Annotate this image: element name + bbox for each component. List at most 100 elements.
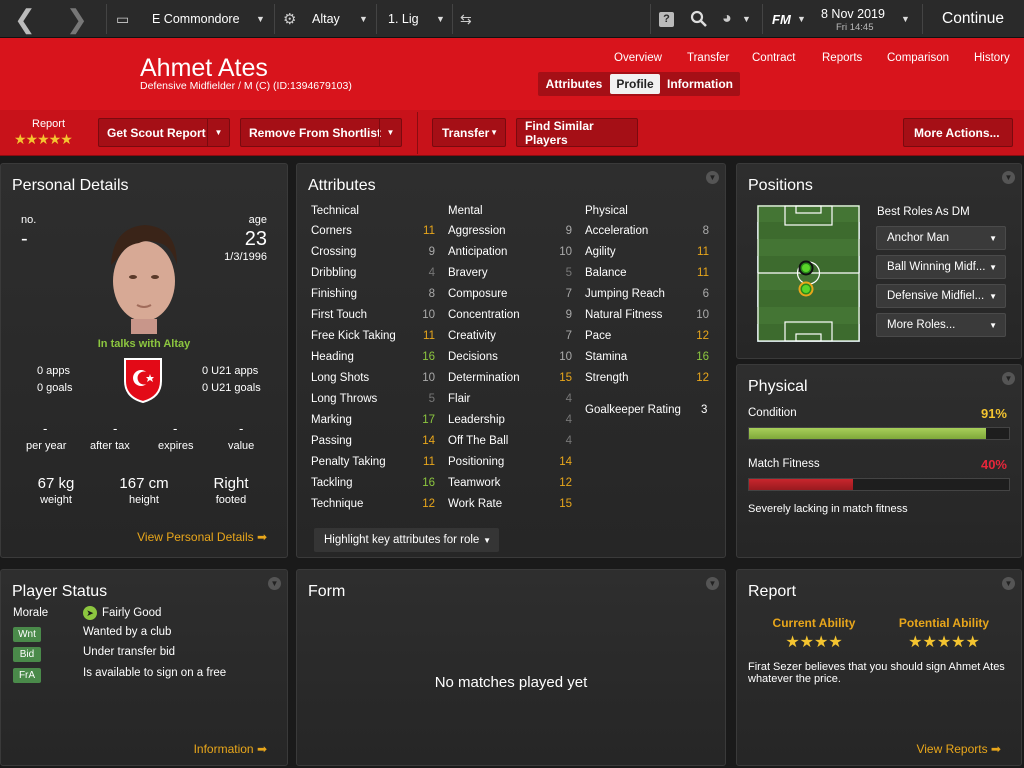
role-ball-winning-dropdown[interactable]: Ball Winning Midf... ▼ xyxy=(876,255,1006,279)
nav-contract[interactable]: Contract xyxy=(752,52,795,64)
nav-transfer[interactable]: Transfer xyxy=(687,52,729,64)
nav-overview[interactable]: Overview xyxy=(614,52,662,64)
find-similar-players-button[interactable]: Find Similar Players xyxy=(516,118,638,147)
view-personal-details-link[interactable]: View Personal Details ➡ xyxy=(137,530,267,544)
attribute-name: Marking xyxy=(311,414,352,426)
attribute-name: Leadership xyxy=(448,414,505,426)
search-icon[interactable] xyxy=(690,0,708,38)
club-dropdown-icon[interactable]: ▼ xyxy=(256,0,265,38)
condition-value: 91% xyxy=(980,406,1007,421)
information-link[interactable]: Information ➡ xyxy=(194,742,267,756)
world-dropdown-icon[interactable]: ▼ xyxy=(742,0,751,38)
tab-profile[interactable]: Profile xyxy=(610,74,660,94)
fm-dropdown-icon[interactable]: ▼ xyxy=(797,0,806,38)
tab-attributes[interactable]: Attributes xyxy=(540,72,608,96)
role-defensive-midfielder-dropdown[interactable]: Defensive Midfiel... ▼ xyxy=(876,284,1006,308)
chevron-down-icon[interactable]: ▼ xyxy=(379,119,401,146)
attribute-value: 10 xyxy=(559,246,572,258)
settings-icon[interactable]: ⚙ xyxy=(283,0,296,38)
form-empty-text: No matches played yet xyxy=(434,674,588,691)
age-value: 23 xyxy=(244,228,267,250)
team-dropdown-icon[interactable]: ▼ xyxy=(359,0,368,38)
attribute-name: Aggression xyxy=(448,225,506,237)
chevron-down-icon[interactable]: ▼ xyxy=(207,119,229,146)
highlight-attributes-dropdown[interactable]: Highlight key attributes for role ▼ xyxy=(314,528,499,552)
fm-logo[interactable]: FM xyxy=(772,0,791,38)
panel-menu-icon[interactable]: ▼ xyxy=(268,577,281,590)
attribute-value: 10 xyxy=(559,351,572,363)
attribute-name: Penalty Taking xyxy=(311,456,386,468)
age-label: age xyxy=(248,214,267,226)
role-label: More Roles... xyxy=(887,319,956,331)
date-dropdown-icon[interactable]: ▼ xyxy=(901,0,910,38)
more-roles-dropdown[interactable]: More Roles... ▼ xyxy=(876,313,1006,337)
back-icon[interactable]: ❮ xyxy=(14,0,36,38)
expires-value: - xyxy=(173,421,178,436)
continue-button[interactable]: Continue xyxy=(942,0,1004,38)
globe-icon[interactable]: ◕ xyxy=(722,0,732,38)
form-panel: Form ▼ No matches played yet xyxy=(296,569,726,766)
nav-history[interactable]: History xyxy=(974,52,1010,64)
attribute-value: 7 xyxy=(565,330,572,342)
attribute-name: Agility xyxy=(585,246,616,258)
morale-arrow-icon: ➤ xyxy=(83,606,97,620)
attribute-value: 9 xyxy=(428,246,435,258)
morale-value: Fairly Good xyxy=(102,607,162,619)
nav-comparison[interactable]: Comparison xyxy=(887,52,949,64)
attribute-value: 4 xyxy=(565,435,572,447)
transfer-button[interactable]: Transfer ▼ xyxy=(432,118,506,147)
condition-bar xyxy=(748,427,1010,440)
physical-title: Physical xyxy=(748,378,808,395)
role-anchor-man-dropdown[interactable]: Anchor Man ▼ xyxy=(876,226,1006,250)
best-roles-label: Best Roles As DM xyxy=(877,206,970,218)
current-ability-label: Current Ability xyxy=(772,616,856,630)
personal-details-panel: Personal Details no. - age 23 1/3/1996 I… xyxy=(0,163,288,558)
button-label: Get Scout Report xyxy=(107,125,206,140)
attribute-value: 14 xyxy=(422,435,435,447)
swap-icon[interactable]: ⇆ xyxy=(460,0,472,38)
attribute-name: Balance xyxy=(585,267,627,279)
attribute-name: Strength xyxy=(585,372,629,384)
panel-menu-icon[interactable]: ▼ xyxy=(1002,171,1015,184)
panel-menu-icon[interactable]: ▼ xyxy=(706,577,719,590)
attribute-name: Composure xyxy=(448,288,508,300)
attribute-value: 11 xyxy=(423,225,435,237)
view-reports-link[interactable]: View Reports ➡ xyxy=(916,742,1001,756)
match-fitness-bar-fill xyxy=(749,479,853,490)
chevron-down-icon: ▼ xyxy=(483,535,491,545)
team-name[interactable]: Altay xyxy=(312,0,340,38)
attribute-value: 10 xyxy=(696,309,709,321)
attribute-value: 16 xyxy=(422,351,435,363)
attribute-value: 8 xyxy=(702,225,709,237)
status-text: Is available to sign on a free xyxy=(83,667,227,679)
value-label: value xyxy=(228,440,255,452)
tab-information[interactable]: Information xyxy=(662,72,738,96)
panel-menu-icon[interactable]: ▼ xyxy=(1002,372,1015,385)
panel-menu-icon[interactable]: ▼ xyxy=(706,171,719,184)
remove-from-shortlist-button[interactable]: Remove From Shortlist ▼ xyxy=(240,118,402,147)
squad-number-label: no. xyxy=(21,214,37,226)
attribute-name: Natural Fitness xyxy=(585,309,663,321)
league-name[interactable]: 1. Lig xyxy=(388,0,419,38)
nav-reports[interactable]: Reports xyxy=(822,52,862,64)
get-scout-report-button[interactable]: Get Scout Report ▼ xyxy=(98,118,230,147)
match-fitness-value: 40% xyxy=(980,457,1007,472)
more-actions-button[interactable]: More Actions... xyxy=(903,118,1013,147)
attribute-value: 15 xyxy=(559,372,572,384)
forward-icon[interactable]: ❯ xyxy=(66,0,88,38)
attribute-value: 9 xyxy=(565,309,572,321)
date-of-birth: 1/3/1996 xyxy=(224,251,267,263)
report-stars: ★★★★★ xyxy=(14,131,73,147)
physical-panel: Physical ▼ Condition 91% Match Fitness 4… xyxy=(736,364,1022,558)
help-icon[interactable]: ? xyxy=(659,0,674,38)
panel-menu-icon[interactable]: ▼ xyxy=(1002,577,1015,590)
attribute-value: 4 xyxy=(565,393,572,405)
per-year-value: - xyxy=(43,421,48,436)
league-dropdown-icon[interactable]: ▼ xyxy=(436,0,445,38)
report-label: Report xyxy=(32,118,66,130)
game-date: 8 Nov 2019 xyxy=(821,7,885,21)
attribute-value: 17 xyxy=(422,414,435,426)
player-name: Ahmet Ates xyxy=(140,54,268,82)
apps-count: 0 apps xyxy=(37,365,71,377)
club-name[interactable]: E Commondore xyxy=(152,0,240,38)
